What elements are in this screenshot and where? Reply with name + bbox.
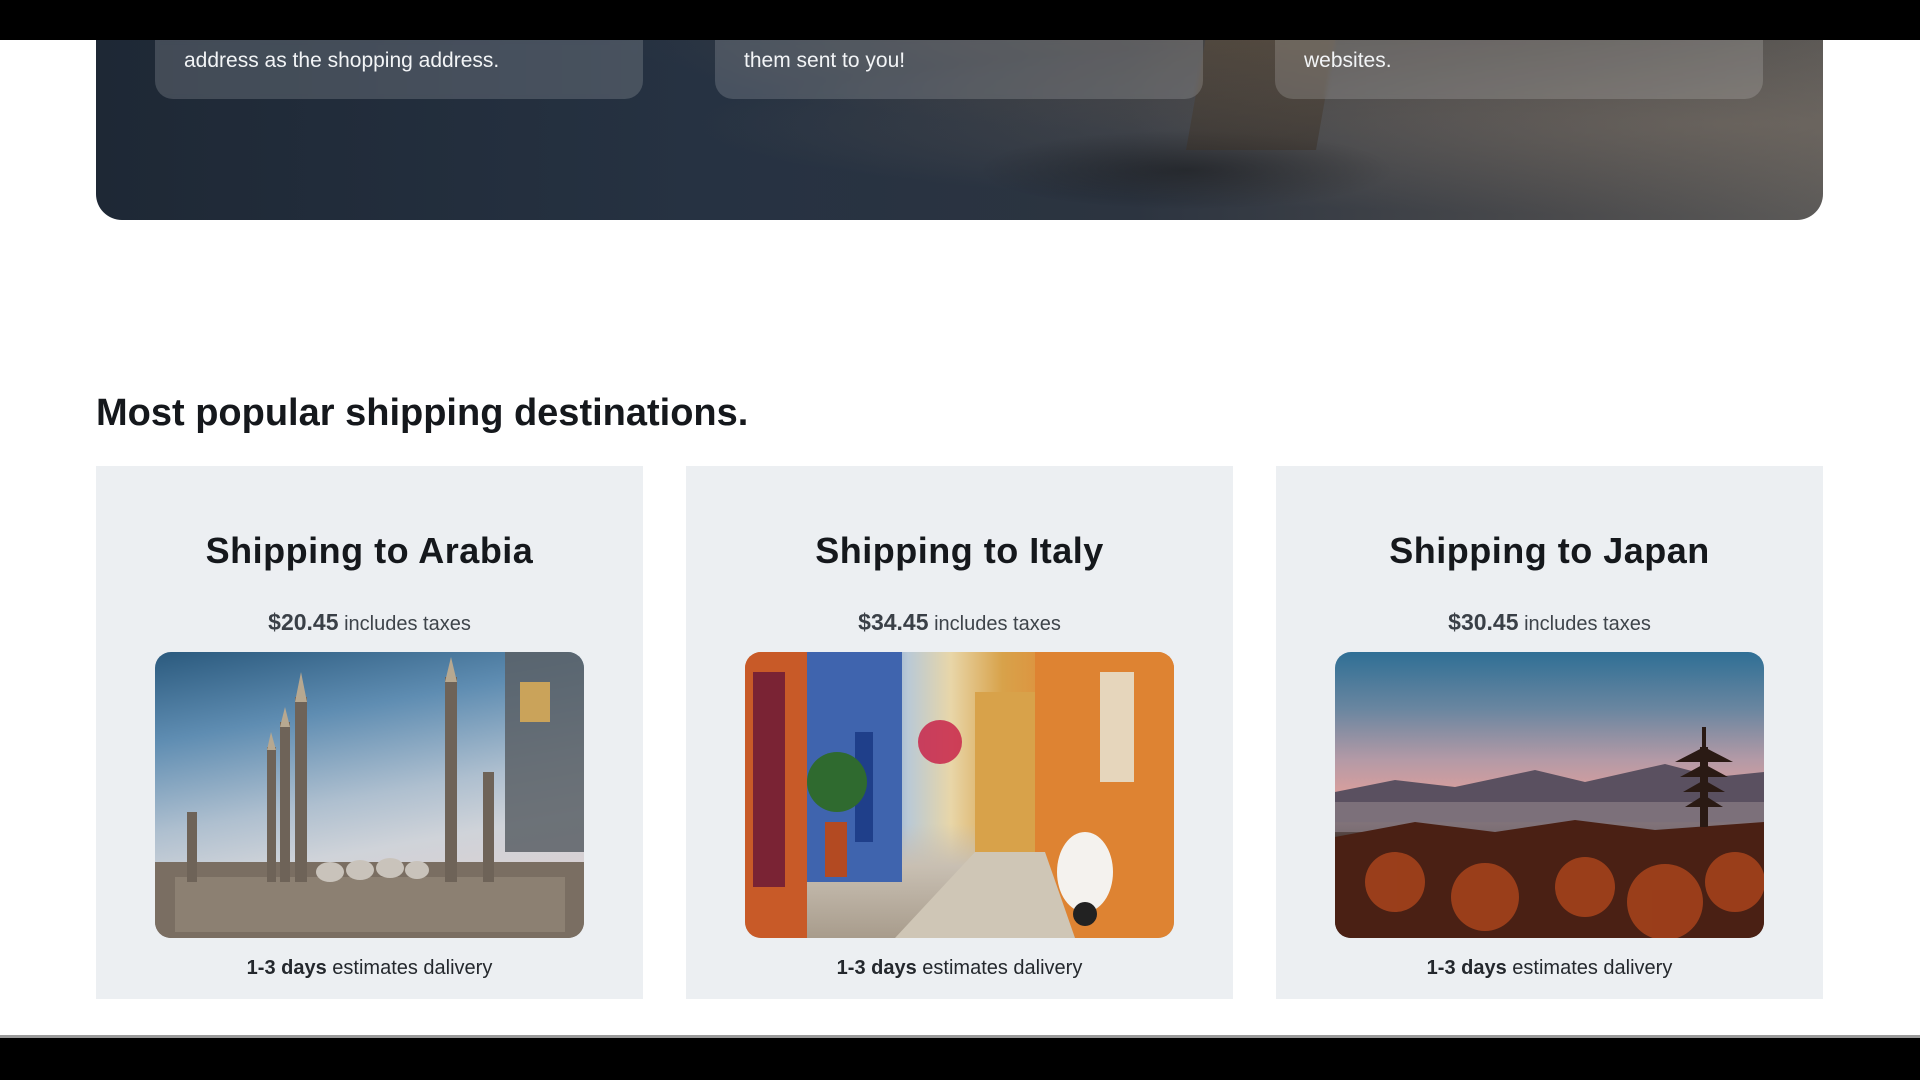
price: $30.45	[1448, 609, 1519, 635]
delivery-line: 1-3 days estimates dalivery	[1276, 957, 1823, 980]
feature-card: them sent to you!	[715, 40, 1203, 99]
destination-image-arabia	[155, 652, 584, 938]
feature-text: websites.	[1304, 49, 1392, 72]
feature-text: them sent to you!	[744, 49, 906, 72]
price-note: includes taxes	[934, 613, 1061, 635]
feature-text: address as the shopping address.	[184, 49, 500, 72]
delivery-days: 1-3 days	[836, 957, 917, 979]
delivery-days: 1-3 days	[1426, 957, 1507, 979]
delivery-line: 1-3 days estimates dalivery	[686, 957, 1233, 980]
price-line: $30.45 includes taxes	[1276, 609, 1823, 636]
destination-title: Shipping to Italy	[815, 530, 1104, 571]
scrollbar-edge	[0, 1035, 1920, 1038]
destination-card-japan[interactable]: Shipping to Japan $30.45 includes taxes	[1276, 466, 1823, 999]
section-title: Most popular shipping destinations.	[96, 392, 749, 434]
price-line: $34.45 includes taxes	[686, 609, 1233, 636]
destination-image-japan	[1335, 652, 1764, 938]
destination-title: Shipping to Arabia	[205, 530, 534, 571]
destination-card-arabia[interactable]: Shipping to Arabia $20.45 includes taxes	[96, 466, 643, 999]
destination-title: Shipping to Japan	[1389, 530, 1710, 571]
hero-banner: address as the shopping address. them se…	[96, 40, 1823, 220]
feature-card: websites.	[1275, 40, 1763, 99]
bottom-bar	[0, 1035, 1920, 1080]
destination-image-italy	[745, 652, 1174, 938]
delivery-note: estimates dalivery	[922, 957, 1083, 979]
price: $20.45	[268, 609, 339, 635]
delivery-line: 1-3 days estimates dalivery	[96, 957, 643, 980]
price-note: includes taxes	[1524, 613, 1651, 635]
delivery-note: estimates dalivery	[332, 957, 493, 979]
delivery-days: 1-3 days	[246, 957, 327, 979]
feature-card: address as the shopping address.	[155, 40, 643, 99]
price: $34.45	[858, 609, 929, 635]
page: address as the shopping address. them se…	[0, 40, 1920, 1035]
destination-card-italy[interactable]: Shipping to Italy $34.45 includes taxes	[686, 466, 1233, 999]
hero-shadow	[976, 130, 1396, 210]
price-note: includes taxes	[344, 613, 471, 635]
price-line: $20.45 includes taxes	[96, 609, 643, 636]
delivery-note: estimates dalivery	[1512, 957, 1673, 979]
